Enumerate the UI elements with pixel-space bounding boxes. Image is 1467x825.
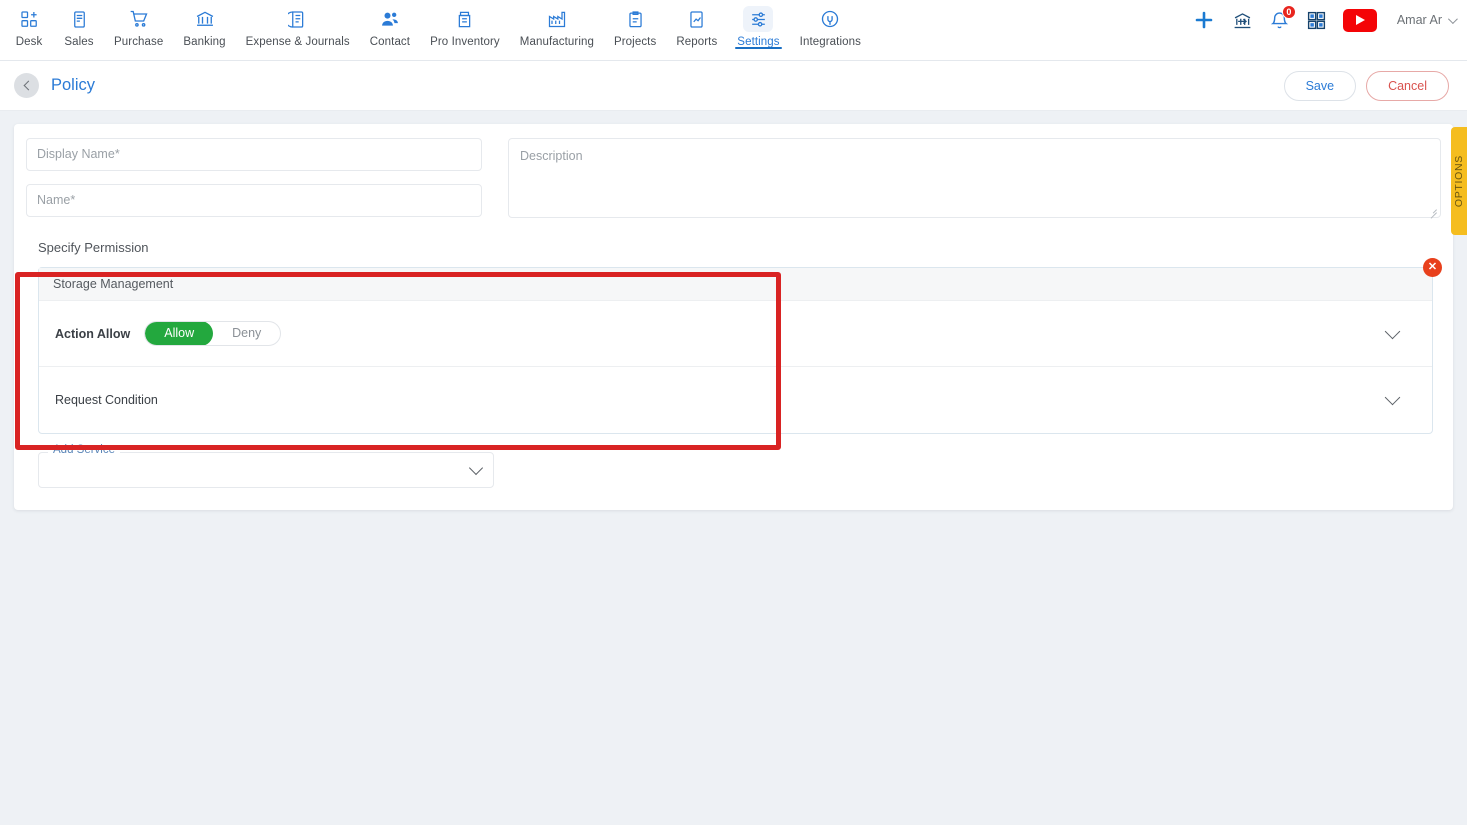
name-fields-column: Display Name* Name* <box>26 138 482 218</box>
allow-option[interactable]: Allow <box>145 322 214 345</box>
nav-item-purchase[interactable]: Purchase <box>104 0 173 48</box>
nav-item-expense-journals[interactable]: Expense & Journals <box>236 0 360 48</box>
action-allow-row: Action Allow Allow Deny <box>39 301 1432 367</box>
permission-list: ✕ Storage Management Action Allow Allow … <box>26 258 1442 434</box>
settings-sliders-icon <box>743 6 774 32</box>
nav-right-actions: 0 Amar Ar <box>1192 4 1458 32</box>
nav-item-contact[interactable]: Contact <box>360 0 420 48</box>
action-allow-label: Action Allow <box>55 326 131 341</box>
play-triangle <box>1356 15 1366 25</box>
nav-label: Pro Inventory <box>430 36 500 48</box>
display-name-field-wrap: Display Name* <box>26 138 482 171</box>
nav-item-manufacturing[interactable]: Manufacturing <box>510 0 604 48</box>
name-input[interactable] <box>26 184 482 217</box>
description-column: Description <box>508 138 1441 219</box>
chevron-down-icon[interactable] <box>1384 323 1401 339</box>
nav-item-integrations[interactable]: Integrations <box>790 0 871 48</box>
nav-label: Contact <box>369 36 411 48</box>
display-name-input[interactable] <box>26 138 482 171</box>
youtube-play-icon[interactable] <box>1342 8 1377 32</box>
chevron-left-icon <box>23 80 33 91</box>
nav-label: Desk <box>15 36 43 48</box>
description-textarea[interactable]: Description <box>508 138 1441 219</box>
nav-label: Reports <box>676 36 718 48</box>
nav-item-desk[interactable]: Desk <box>4 0 54 48</box>
top-form-row: Display Name* Name* Description <box>26 138 1441 219</box>
close-icon[interactable]: ✕ <box>1423 258 1442 277</box>
sales-document-icon <box>64 6 94 32</box>
contact-people-icon <box>375 6 405 32</box>
bell-icon[interactable]: 0 <box>1269 4 1296 31</box>
desk-grid-plus-icon <box>14 6 44 32</box>
cancel-button[interactable]: Cancel <box>1366 70 1449 101</box>
chevron-down-icon[interactable] <box>468 460 484 475</box>
nav-items-container: Desk Sales Purchase Banking Expense & Jo… <box>0 0 871 49</box>
request-condition-label: Request Condition <box>55 393 158 407</box>
bank-transfer-icon[interactable] <box>1232 10 1253 31</box>
nav-item-settings[interactable]: Settings <box>727 0 789 49</box>
nav-item-sales[interactable]: Sales <box>54 0 104 48</box>
nav-item-pro-inventory[interactable]: Pro Inventory <box>420 0 510 48</box>
permission-card-storage-management: ✕ Storage Management Action Allow Allow … <box>38 258 1442 434</box>
projects-clipboard-icon <box>620 6 650 32</box>
add-service-select[interactable] <box>38 452 494 488</box>
nav-label: Manufacturing <box>519 36 594 48</box>
nav-label: Sales <box>64 36 94 48</box>
plus-icon[interactable] <box>1192 8 1216 32</box>
integrations-plug-icon <box>815 6 845 32</box>
purchase-cart-icon <box>124 6 154 32</box>
nav-item-projects[interactable]: Projects <box>604 0 666 48</box>
request-condition-row: Request Condition <box>39 367 1432 433</box>
options-tab-label: OPTIONS <box>1453 154 1465 208</box>
nav-label: Integrations <box>799 36 861 48</box>
apps-grid-icon[interactable] <box>1306 10 1327 31</box>
reports-chart-icon <box>682 6 712 32</box>
notification-badge: 0 <box>1281 4 1296 19</box>
chevron-down-icon <box>1447 13 1458 24</box>
description-placeholder: Description <box>520 149 583 163</box>
deny-option[interactable]: Deny <box>213 322 280 345</box>
add-service-field: Add Service <box>38 444 494 488</box>
manufacturing-factory-icon <box>542 6 572 32</box>
page-header-bar: Policy Save Cancel <box>0 61 1467 111</box>
allow-deny-toggle[interactable]: Allow Deny <box>144 321 282 346</box>
policy-form-card: Display Name* Name* Description Specify … <box>14 124 1453 510</box>
title-actions: Save Cancel <box>1283 70 1449 101</box>
back-button[interactable] <box>14 73 39 98</box>
permission-card-header: Storage Management <box>39 268 1432 301</box>
name-field-wrap: Name* <box>26 184 482 217</box>
nav-item-reports[interactable]: Reports <box>666 0 727 48</box>
active-tab-underline <box>735 46 782 49</box>
nav-label: Banking <box>183 36 226 48</box>
inventory-box-icon <box>450 6 480 32</box>
nav-label: Expense & Journals <box>245 36 350 48</box>
page-title: Policy <box>51 76 96 94</box>
user-menu[interactable]: Amar Ar <box>1396 13 1458 27</box>
banking-bank-icon <box>190 6 220 32</box>
top-navigation-bar: Desk Sales Purchase Banking Expense & Jo… <box>0 0 1467 61</box>
save-button[interactable]: Save <box>1283 70 1357 101</box>
nav-label: Projects <box>613 36 657 48</box>
user-name-label: Amar Ar <box>1396 13 1442 27</box>
expense-journal-icon <box>283 6 313 32</box>
nav-label: Purchase <box>114 36 164 48</box>
add-service-label: Add Service <box>48 444 121 456</box>
nav-item-banking[interactable]: Banking <box>173 0 235 48</box>
specify-permission-title: Specify Permission <box>38 240 149 255</box>
chevron-down-icon[interactable] <box>1384 389 1401 406</box>
options-side-tab[interactable]: OPTIONS <box>1451 127 1467 235</box>
resize-handle-icon[interactable] <box>1428 205 1438 219</box>
